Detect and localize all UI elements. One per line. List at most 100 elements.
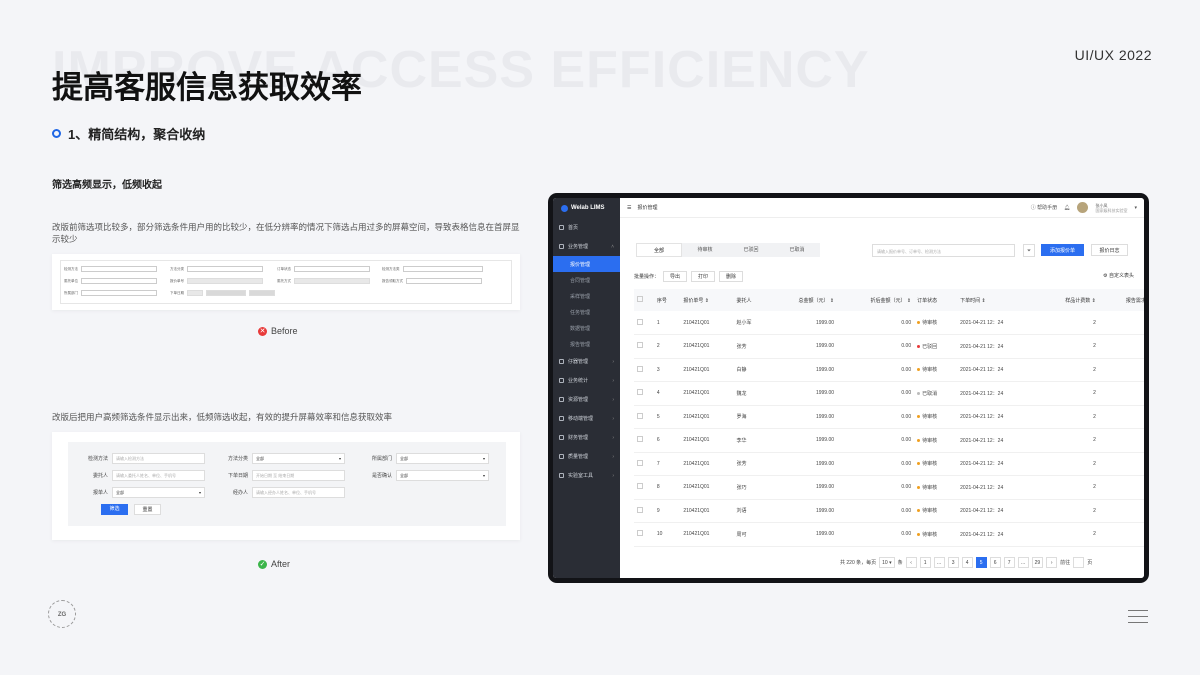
status-text: 待审核 [922, 531, 938, 538]
cell-client: 白静 [733, 358, 769, 382]
column-header: 报价单号 ⇕ [680, 289, 734, 311]
page-number[interactable]: 1 [919, 557, 931, 568]
menu-icon [559, 225, 564, 230]
table-row[interactable]: 2 210421Q01 张芳 1999.00 0.00 已驳回 2021-04-21 12：… [634, 334, 1144, 359]
sidebar-item-label: 财务管理 [568, 435, 589, 441]
tab-item[interactable]: 全部 [636, 243, 682, 257]
avatar[interactable] [1077, 202, 1089, 213]
sidebar-item[interactable]: 首页 [553, 218, 620, 237]
page-number[interactable]: 3 [947, 557, 959, 568]
checkbox-cell[interactable] [634, 428, 654, 453]
client-input[interactable]: 请输入委托人姓名、单位、手机号 [112, 470, 205, 481]
sidebar-item[interactable]: 质量管理 › [553, 447, 620, 466]
checkbox-cell[interactable] [634, 522, 654, 547]
bell-icon[interactable]: 🔔︎ [1064, 205, 1070, 211]
table-row[interactable]: 3 210421Q01 白静 1999.00 0.00 待审核 2021-04-21 12：… [634, 358, 1144, 382]
reset-button[interactable]: 重置 [134, 504, 161, 515]
table-row[interactable]: 5 210421Q01 罗海 1999.00 0.00 待审核 2021-04-21 12：… [634, 405, 1144, 429]
page-number[interactable]: 5 [975, 557, 987, 568]
sidebar-item[interactable]: 财务管理 › [553, 428, 620, 447]
goto-input[interactable] [1073, 557, 1085, 568]
method-type-select[interactable]: 全部 ▾ [252, 453, 345, 464]
sidebar-item-label: 业务管理 [568, 244, 589, 250]
page-number[interactable]: 7 [1003, 557, 1015, 568]
department-select[interactable]: 全部 ▾ [396, 453, 489, 464]
help-link[interactable]: ⓘ 帮助手册 [1031, 204, 1057, 211]
export-button[interactable]: 导出 [663, 271, 688, 282]
checkbox-cell[interactable] [634, 311, 654, 335]
delete-button[interactable]: 删除 [719, 271, 744, 282]
menu-icon[interactable] [1128, 610, 1148, 628]
page-number[interactable]: 4 [961, 557, 973, 568]
sidebar-item[interactable]: 移动端管理 › [553, 409, 620, 428]
chevron-down-icon[interactable]: ▾ [1134, 205, 1137, 211]
page-title: 提高客服信息获取效率 [52, 70, 362, 105]
checkbox-cell[interactable] [634, 475, 654, 500]
cell-client: 刘语 [733, 499, 769, 523]
row-checkbox[interactable] [637, 530, 643, 537]
checkbox-cell[interactable] [634, 358, 654, 382]
table-row[interactable]: 6 210421Q01 李华 1999.00 0.00 待审核 2021-04-21 12：… [634, 428, 1144, 453]
next-page-button[interactable]: › [1046, 557, 1058, 568]
sidebar-item-label: 质量管理 [568, 454, 589, 460]
page-size-select[interactable]: 10 ▾ [879, 557, 895, 568]
tab-item[interactable]: 已驳回 [728, 243, 774, 257]
sidebar-subitem[interactable]: 报告管理 [553, 336, 620, 352]
table-row[interactable]: 1 210421Q01 赵小军 1999.00 0.00 待审核 2021-04-21 12… [634, 311, 1144, 335]
table-row[interactable]: 7 210421Q01 张芳 1999.00 0.00 待审核 2021-04-21 12：… [634, 452, 1144, 476]
sidebar-subitem[interactable]: 数据管理 [553, 320, 620, 336]
row-checkbox[interactable] [637, 412, 643, 419]
row-checkbox[interactable] [637, 365, 643, 372]
cell-reports: 3 [1098, 405, 1144, 429]
row-checkbox[interactable] [637, 342, 643, 349]
row-checkbox[interactable] [637, 483, 643, 490]
table-row[interactable]: 8 210421Q01 张巧 1999.00 0.00 待审核 2021-04-21 12：… [634, 475, 1144, 500]
table-row[interactable]: 10 210421Q01 周可 1999.00 0.00 待审核 2021-04-21 12… [634, 522, 1144, 547]
checkbox-cell[interactable] [634, 381, 654, 406]
checkbox-cell[interactable] [634, 452, 654, 476]
sidebar-subitem[interactable]: 任务管理 [553, 304, 620, 320]
sidebar-item[interactable]: 实验室工具 › [553, 466, 620, 485]
table-row[interactable]: 9 210421Q01 刘语 1999.00 0.00 待审核 2021-04-21 12：… [634, 499, 1144, 523]
app-screen: Welab LIMS 首页 业务管理 ˄ 报价管理 合同管理 采样管理 任务管理 数据管理报… [553, 198, 1144, 578]
row-checkbox[interactable] [637, 459, 643, 466]
custom-columns-button[interactable]: ⚙ 自定义表头 [1103, 272, 1134, 279]
select-all-checkbox[interactable] [637, 296, 643, 302]
sidebar-subitem[interactable]: 报价管理 [553, 256, 620, 272]
quote-log-button[interactable]: 报价日志 [1091, 244, 1128, 256]
tab-item[interactable]: 已取消 [774, 243, 820, 257]
sidebar-item[interactable]: 业务统计 › [553, 371, 620, 390]
checkbox-cell[interactable] [634, 334, 654, 359]
page-number[interactable]: 6 [989, 557, 1001, 568]
confirm-select[interactable]: 全部 ▾ [396, 470, 489, 481]
method-input[interactable]: 请输入检测方法 [112, 453, 205, 464]
row-checkbox[interactable] [637, 389, 643, 396]
sidebar-subitem[interactable]: 采样管理 [553, 288, 620, 304]
filter-icon[interactable]: ⏷ [1023, 244, 1035, 257]
print-button[interactable]: 打印 [691, 271, 716, 282]
sidebar-item[interactable]: 资源管理 › [553, 390, 620, 409]
row-checkbox[interactable] [637, 506, 643, 513]
tab-item[interactable]: 待审核 [682, 243, 728, 257]
sidebar-subitem[interactable]: 合同管理 [553, 272, 620, 288]
page-number[interactable]: ... [933, 557, 945, 568]
search-input[interactable]: 请输入报价单号、订单号、检测方法 [872, 244, 1015, 257]
date-range-input[interactable]: 开始日期 至 结束日期 [252, 470, 345, 481]
filter-button[interactable]: 筛选 [101, 504, 128, 515]
cell-discount: 0.00 [837, 522, 915, 547]
checkbox-cell[interactable] [634, 499, 654, 523]
sidebar-item[interactable]: 仔器管理 › [553, 352, 620, 371]
page-number[interactable]: 29 [1031, 557, 1044, 568]
page-number[interactable]: ... [1017, 557, 1029, 568]
prev-page-button[interactable]: ‹ [905, 557, 917, 568]
add-quote-button[interactable]: 添加报价单 [1041, 244, 1084, 256]
hamburger-icon[interactable]: ☰ [627, 205, 631, 211]
sidebar-item[interactable]: 业务管理 ˄ [553, 237, 620, 256]
handler-input[interactable]: 请输入经办人姓名、单位、手机号 [252, 487, 345, 498]
row-checkbox[interactable] [637, 318, 643, 325]
table-row[interactable]: 4 210421Q01 魏龙 1999.00 0.00 已取消 2021-04-21 12：… [634, 381, 1144, 406]
checkbox-cell[interactable] [634, 405, 654, 429]
select-all-cell[interactable] [634, 289, 654, 311]
row-checkbox[interactable] [637, 436, 643, 443]
reporter-select[interactable]: 全部 ▾ [112, 487, 205, 498]
